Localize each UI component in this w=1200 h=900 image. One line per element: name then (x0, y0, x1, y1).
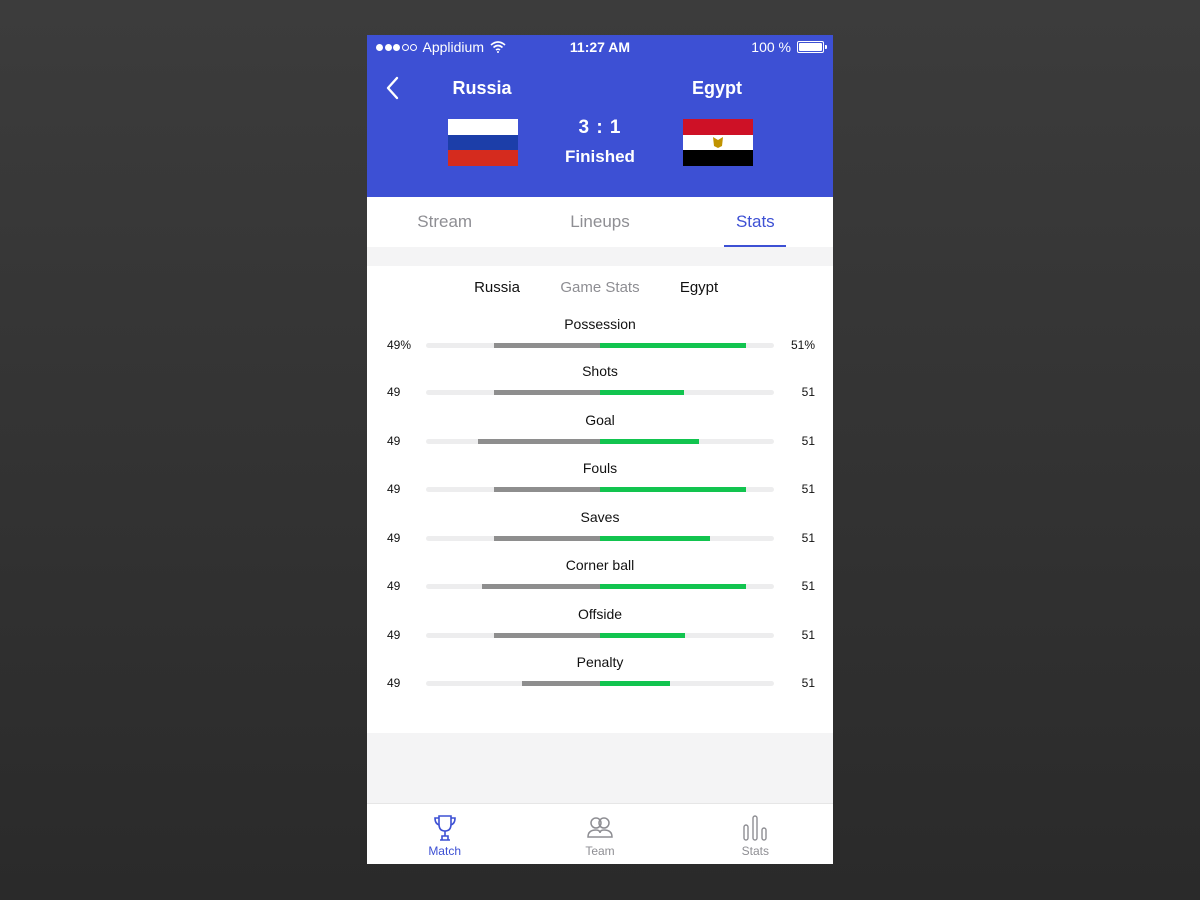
stat-label: Saves (580, 509, 620, 525)
tab-stream[interactable]: Stream (367, 197, 522, 247)
away-bar (600, 439, 700, 444)
stat-away-value: 51% (790, 338, 815, 352)
stat-row-penalty: Penalty 49 51 (367, 654, 833, 694)
stat-row-shots: Shots 49 51 (367, 363, 833, 403)
home-team-name: Russia (452, 78, 512, 98)
away-bar (600, 681, 670, 686)
stats-home-label: Russia (474, 279, 520, 296)
stat-label: Offside (577, 606, 623, 622)
match-tabs: Stream Lineups Stats (367, 197, 833, 247)
stat-home-value: 49 (387, 385, 401, 399)
team-icon (587, 817, 613, 838)
stat-bar (426, 439, 774, 444)
home-bar (478, 439, 600, 444)
stats-away-label: Egypt (679, 279, 719, 296)
home-bar (493, 390, 600, 395)
stat-away-value: 51 (801, 531, 815, 545)
battery-percent: 100 % (751, 39, 791, 55)
stat-away-value: 51 (801, 482, 815, 496)
home-bar (521, 681, 600, 686)
away-team-name: Egypt (691, 78, 742, 98)
stat-home-value: 49 (387, 531, 401, 545)
stat-away-value: 51 (801, 628, 815, 642)
tabbar-team-label: Team (585, 844, 615, 858)
stat-row-offside: Offside 49 51 (367, 606, 833, 646)
tabbar-stats-label: Stats (741, 844, 769, 858)
stat-row-fouls: Fouls 49 51 (367, 460, 833, 500)
stat-label: Possession (564, 316, 636, 332)
stat-bar (426, 584, 774, 589)
match-score: 3 : 1 (578, 117, 622, 138)
away-bar (600, 390, 684, 395)
phone-screen: Applidium 11:27 AM 100 % Russia Egypt 3 … (367, 35, 833, 864)
stat-row-goal: Goal 49 51 (367, 412, 833, 452)
stat-row-saves: Saves 49 51 (367, 509, 833, 549)
stat-bar (426, 536, 774, 541)
tabbar-match[interactable]: Match (367, 804, 522, 864)
stat-away-value: 51 (801, 676, 815, 690)
stat-home-value: 49 (387, 579, 401, 593)
away-bar (600, 343, 747, 348)
status-bar: Applidium 11:27 AM 100 % (367, 35, 833, 59)
match-header: Applidium 11:27 AM 100 % Russia Egypt 3 … (367, 35, 833, 197)
stat-row-possession: Possession 49% 51% (367, 316, 833, 356)
home-bar (493, 343, 600, 348)
tab-stats[interactable]: Stats (678, 197, 833, 247)
trophy-icon (433, 815, 456, 841)
stat-bar (426, 390, 774, 395)
stat-label: Shots (582, 363, 618, 379)
bottom-tab-bar: Match Team Stats (367, 803, 833, 864)
stat-home-value: 49 (387, 628, 401, 642)
away-bar (600, 633, 686, 638)
stat-bar (426, 487, 774, 492)
stat-bar (426, 343, 774, 348)
away-bar (600, 487, 747, 492)
match-status: Finished (565, 147, 635, 166)
tabbar-match-label: Match (428, 844, 461, 858)
stats-title: Game Stats (560, 279, 640, 296)
away-bar (600, 584, 747, 589)
stats-header: Russia Game Stats Egypt (367, 279, 833, 299)
stat-away-value: 51 (801, 385, 815, 399)
home-bar (481, 584, 600, 589)
status-right: 100 % (751, 39, 827, 55)
stat-bar (426, 681, 774, 686)
stat-home-value: 49 (387, 482, 401, 496)
stat-bar (426, 633, 774, 638)
stat-away-value: 51 (801, 434, 815, 448)
stat-home-value: 49% (387, 338, 412, 352)
stat-label: Penalty (576, 654, 624, 670)
back-chevron-icon[interactable] (383, 75, 403, 101)
home-bar (493, 633, 600, 638)
stat-label: Fouls (582, 460, 618, 476)
tabbar-team[interactable]: Team (522, 804, 677, 864)
battery-icon (797, 41, 827, 53)
bar-chart-icon (743, 815, 768, 841)
stat-home-value: 49 (387, 676, 401, 690)
stat-row-corner-ball: Corner ball 49 51 (367, 557, 833, 597)
home-bar (493, 536, 600, 541)
stat-away-value: 51 (801, 579, 815, 593)
tab-lineups[interactable]: Lineups (522, 197, 677, 247)
game-stats-card: Russia Game Stats Egypt Possession 49% 5… (367, 266, 833, 733)
tabbar-stats[interactable]: Stats (678, 804, 833, 864)
home-bar (493, 487, 600, 492)
away-bar (600, 536, 710, 541)
stat-home-value: 49 (387, 434, 401, 448)
stat-label: Goal (585, 412, 615, 428)
stat-label: Corner ball (565, 557, 635, 573)
